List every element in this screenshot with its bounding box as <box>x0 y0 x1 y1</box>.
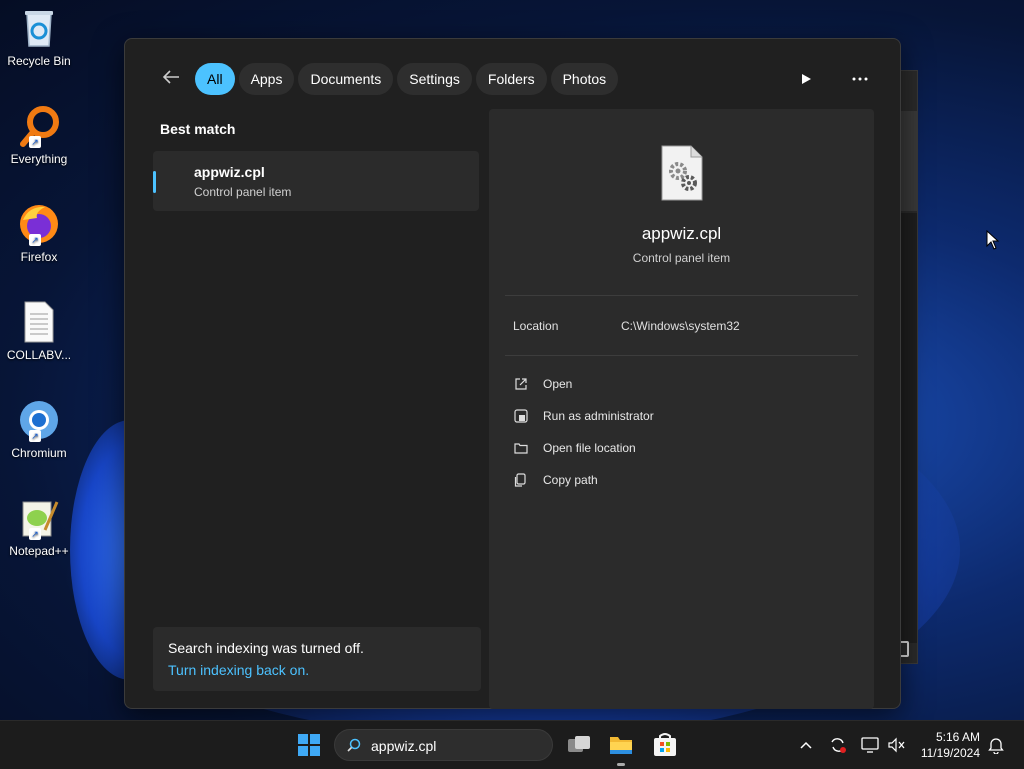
desktop-icon-label: Everything <box>10 152 68 166</box>
folder-icon <box>513 440 529 456</box>
shortcut-arrow-icon: ↗ <box>29 430 41 442</box>
back-arrow-icon[interactable] <box>161 67 185 91</box>
clock-date: 11/19/2024 <box>920 746 980 760</box>
search-icon <box>347 738 361 752</box>
copy-icon <box>513 472 529 488</box>
more-options-icon[interactable] <box>848 67 872 91</box>
recycle-bin-icon <box>17 6 61 50</box>
task-view-icon[interactable] <box>566 732 592 758</box>
shortcut-arrow-icon: ↗ <box>29 234 41 246</box>
result-subtitle: Control panel item <box>194 185 292 199</box>
detail-pane: appwiz.cpl Control panel item Location C… <box>489 109 874 709</box>
taskbar-search-box[interactable]: appwiz.cpl <box>334 729 553 761</box>
shield-window-icon <box>513 408 529 424</box>
selection-accent <box>153 171 156 193</box>
document-icon <box>17 300 61 344</box>
best-match-result[interactable]: appwiz.cpl Control panel item <box>153 151 479 211</box>
firefox-icon: ↗ <box>17 202 61 246</box>
action-open-file-location[interactable]: Open file location <box>513 437 636 459</box>
file-explorer-icon[interactable] <box>608 732 634 758</box>
filter-documents[interactable]: Documents <box>298 63 394 95</box>
clock-time: 5:16 AM <box>935 730 980 744</box>
filter-folders[interactable]: Folders <box>475 63 547 95</box>
filter-photos[interactable]: Photos <box>550 63 619 95</box>
action-label: Copy path <box>543 473 598 487</box>
chevron-up-icon[interactable] <box>796 735 816 755</box>
best-match-heading: Best match <box>160 121 236 137</box>
desktop-icon-everything[interactable]: ↗ Everything <box>2 104 76 166</box>
display-icon[interactable] <box>860 735 880 755</box>
location-label: Location <box>513 319 559 333</box>
desktop-icon-chromium[interactable]: ↗ Chromium <box>2 398 76 460</box>
divider <box>505 355 858 356</box>
notification-bell-icon[interactable] <box>986 735 1006 755</box>
everything-icon: ↗ <box>17 104 61 148</box>
play-icon[interactable] <box>794 67 818 91</box>
action-copy-path[interactable]: Copy path <box>513 469 598 491</box>
indexing-notice: Search indexing was turned off. Turn ind… <box>153 627 481 691</box>
action-label: Run as administrator <box>543 409 654 423</box>
control-panel-file-icon <box>661 145 703 201</box>
system-clock[interactable]: 5:16 AM 11/19/2024 <box>910 729 980 761</box>
desktop-icon-label: Notepad++ <box>9 544 69 558</box>
panel-top-actions <box>794 67 872 91</box>
search-filters: All Apps Documents Settings Folders Phot… <box>161 63 622 95</box>
sync-icon[interactable] <box>828 735 848 755</box>
desktop-icon-firefox[interactable]: ↗ Firefox <box>2 202 76 264</box>
taskbar-search-value: appwiz.cpl <box>371 738 437 754</box>
indexing-message: Search indexing was turned off. <box>168 640 364 656</box>
turn-indexing-on-link[interactable]: Turn indexing back on. <box>168 662 309 678</box>
microsoft-store-icon[interactable] <box>652 732 678 758</box>
desktop-icon-notepadpp[interactable]: ↗ Notepad++ <box>2 496 76 558</box>
filter-all[interactable]: All <box>195 63 235 95</box>
result-title: appwiz.cpl <box>194 164 265 180</box>
volume-muted-icon[interactable] <box>886 735 906 755</box>
divider <box>505 295 858 296</box>
mouse-cursor-icon <box>986 229 1000 250</box>
action-open[interactable]: Open <box>513 373 572 395</box>
chromium-icon: ↗ <box>17 398 61 442</box>
action-label: Open file location <box>543 441 636 455</box>
open-external-icon <box>513 376 529 392</box>
search-panel: All Apps Documents Settings Folders Phot… <box>124 38 901 709</box>
start-button[interactable] <box>298 734 320 756</box>
desktop-icon-label: COLLABV... <box>6 348 72 362</box>
filter-apps[interactable]: Apps <box>238 63 295 95</box>
shortcut-arrow-icon: ↗ <box>29 528 41 540</box>
desktop-icon-collabv[interactable]: COLLABV... <box>2 300 76 362</box>
filter-settings[interactable]: Settings <box>397 63 472 95</box>
detail-subtitle: Control panel item <box>632 251 731 265</box>
location-value: C:\Windows\system32 <box>621 319 740 333</box>
desktop-icon-label: Firefox <box>20 250 58 264</box>
desktop-icon-label: Chromium <box>11 446 67 460</box>
shortcut-arrow-icon: ↗ <box>29 136 41 148</box>
action-run-as-admin[interactable]: Run as administrator <box>513 405 654 427</box>
active-app-indicator <box>617 763 625 766</box>
notepadpp-icon: ↗ <box>17 496 61 540</box>
desktop-icon-recycle-bin[interactable]: Recycle Bin <box>2 6 76 68</box>
action-label: Open <box>543 377 573 391</box>
detail-title: appwiz.cpl <box>641 224 722 243</box>
taskbar: appwiz.cpl 5:16 AM 11/19/2024 <box>0 720 1024 769</box>
desktop-icon-label: Recycle Bin <box>7 54 71 68</box>
windows-logo-icon <box>298 734 320 756</box>
